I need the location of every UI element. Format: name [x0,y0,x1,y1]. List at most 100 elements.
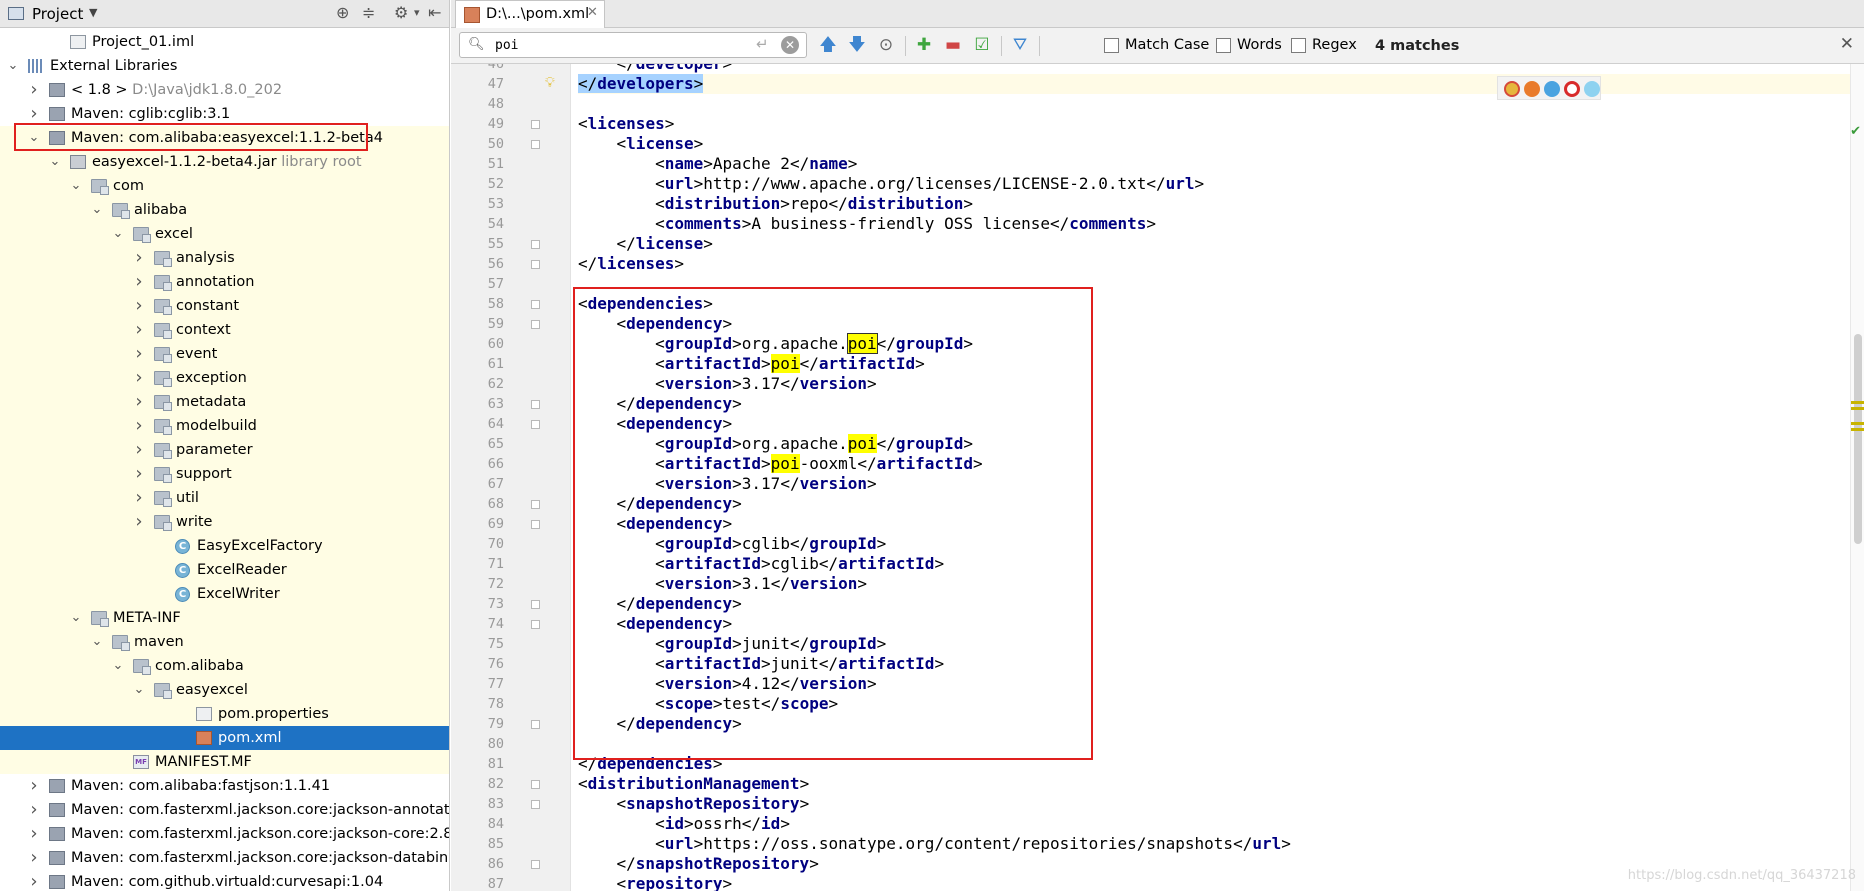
fold-marker-icon[interactable] [531,600,540,609]
line-number-gutter[interactable]: 46 47 💡︎ 48 49 50 51 52 53 54 55 56 57 58 59 60 61 62 63 64… [451,64,571,891]
fold-marker-icon[interactable] [531,800,540,809]
code-line[interactable]: </dependency> [578,394,1864,414]
chevron-right-icon[interactable]: › [132,270,146,294]
tree-item[interactable]: ⌄ maven [0,630,449,654]
code-line[interactable]: <version>3.17</version> [578,374,1864,394]
match-marker[interactable] [1851,407,1864,410]
unselect-occurrence-icon[interactable]: ▬ [942,34,964,56]
words-checkbox[interactable] [1216,38,1231,53]
fold-marker-icon[interactable] [531,140,540,149]
chevron-right-icon[interactable]: › [132,246,146,270]
code-line[interactable]: <groupId>org.apache.poi</groupId> [578,333,1864,354]
code-line[interactable]: <artifactId>poi</artifactId> [578,354,1864,374]
chevron-right-icon[interactable]: › [27,798,41,822]
fold-marker-icon[interactable] [531,300,540,309]
tree-item[interactable]: ⌄ excel [0,222,449,246]
code-line[interactable]: </dependencies> [578,754,1864,774]
tree-item[interactable]: › support [0,462,449,486]
tree-item[interactable]: C ExcelWriter [0,582,449,606]
next-occurrence-icon[interactable]: 🡇 [846,34,868,56]
match-marker[interactable] [1851,422,1864,425]
previous-occurrence-icon[interactable]: 🡅 [817,34,839,56]
chevron-down-icon[interactable]: ⌄ [6,54,20,78]
chevron-right-icon[interactable]: › [27,78,41,102]
chevron-right-icon[interactable]: › [27,102,41,126]
gear-icon[interactable]: ⚙ [394,3,408,22]
tree-item[interactable]: › event [0,342,449,366]
match-marker[interactable] [1851,428,1864,431]
code-line[interactable]: </licenses> [578,254,1864,274]
chevron-right-icon[interactable]: › [132,390,146,414]
chevron-right-icon[interactable]: › [27,870,41,891]
code-line[interactable]: <dependency> [578,414,1864,434]
chevron-right-icon[interactable]: › [132,438,146,462]
hide-panel-icon[interactable]: ⇤ [428,3,441,22]
chevron-right-icon[interactable]: › [27,846,41,870]
safari-icon[interactable] [1544,81,1560,97]
code-line[interactable]: </dependency> [578,494,1864,514]
fold-marker-icon[interactable] [531,500,540,509]
chevron-down-icon[interactable]: ⌄ [48,150,62,174]
add-selection-icon[interactable]: ✚ [913,34,935,56]
scrollbar-thumb[interactable] [1854,334,1862,544]
search-input[interactable] [495,36,755,54]
match-case-label[interactable]: Match Case [1125,37,1209,53]
code-line[interactable]: <version>3.1</version> [578,574,1864,594]
chevron-down-icon[interactable]: ▾ [414,6,420,19]
code-line[interactable]: <distributionManagement> [578,774,1864,794]
match-case-checkbox[interactable] [1104,38,1119,53]
search-icon[interactable]: 🔍︎ [468,37,485,52]
words-label[interactable]: Words [1237,37,1282,53]
tab-pom-xml[interactable]: D:\...\pom.xml ✕ [455,0,605,28]
code-area[interactable]: 46 47 💡︎ 48 49 50 51 52 53 54 55 56 57 58 59 60 61 62 63 64… [451,64,1864,891]
fold-marker-icon[interactable] [531,260,540,269]
project-panel-title[interactable]: Project [32,5,83,23]
fold-marker-icon[interactable] [531,240,540,249]
tree-item[interactable]: ⌄ META-INF [0,606,449,630]
code-line[interactable]: <scope>test</scope> [578,694,1864,714]
tree-item[interactable]: › annotation [0,270,449,294]
tree-item[interactable]: pom.xml [0,726,449,750]
inspection-ok-icon[interactable]: ✔ [1850,124,1861,139]
regex-label[interactable]: Regex [1312,37,1357,53]
tree-item[interactable]: › Maven: com.fasterxml.jackson.core:jacks… [0,846,449,870]
filter-icon[interactable]: ⛛ [1009,34,1031,56]
tree-item[interactable]: ⌄ easyexcel [0,678,449,702]
close-icon[interactable]: ✕ [1840,34,1854,54]
chevron-down-icon[interactable]: ⌄ [132,678,146,702]
code-line[interactable]: <dependencies> [578,294,1864,314]
fold-marker-icon[interactable] [531,400,540,409]
chrome-icon[interactable] [1504,81,1520,97]
tree-item[interactable]: C ExcelReader [0,558,449,582]
code-line[interactable]: <version>4.12</version> [578,674,1864,694]
code-line[interactable]: </dependency> [578,714,1864,734]
chevron-down-icon[interactable]: ▼ [89,6,97,19]
clear-search-icon[interactable]: ✕ [781,36,799,54]
code-line[interactable]: <groupId>cglib</groupId> [578,534,1864,554]
chevron-right-icon[interactable]: › [132,462,146,486]
chevron-down-icon[interactable]: ⌄ [111,222,125,246]
code-line[interactable]: <dependency> [578,514,1864,534]
tree-item[interactable]: ⌄ com.alibaba [0,654,449,678]
close-icon[interactable]: ✕ [587,5,598,20]
code-line[interactable]: <license> [578,134,1864,154]
tree-item[interactable]: › util [0,486,449,510]
fold-marker-icon[interactable] [531,860,540,869]
intention-bulb-icon[interactable]: 💡︎ [545,75,557,91]
code-line[interactable]: <url>http://www.apache.org/licenses/LICE… [578,174,1864,194]
tree-item[interactable]: ⌄ alibaba [0,198,449,222]
chevron-down-icon[interactable]: ⌄ [27,126,41,150]
tree-item[interactable]: C EasyExcelFactory [0,534,449,558]
tree-item[interactable]: › exception [0,366,449,390]
chevron-right-icon[interactable]: › [132,318,146,342]
code-line[interactable]: <id>ossrh</id> [578,814,1864,834]
code-line[interactable]: <url>https://oss.sonatype.org/content/re… [578,834,1864,854]
code-line[interactable]: <comments>A business-friendly OSS licens… [578,214,1864,234]
tree-item[interactable]: › Maven: cglib:cglib:3.1 [0,102,449,126]
code-line[interactable]: <groupId>org.apache.poi</groupId> [578,434,1864,454]
firefox-icon[interactable] [1524,81,1540,97]
fold-marker-icon[interactable] [531,120,540,129]
match-marker[interactable] [1851,401,1864,404]
tree-item[interactable]: › Maven: com.fasterxml.jackson.core:jacks… [0,798,449,822]
tree-item[interactable]: ⌄ Maven: com.alibaba:easyexcel:1.1.2-beta… [0,126,449,150]
